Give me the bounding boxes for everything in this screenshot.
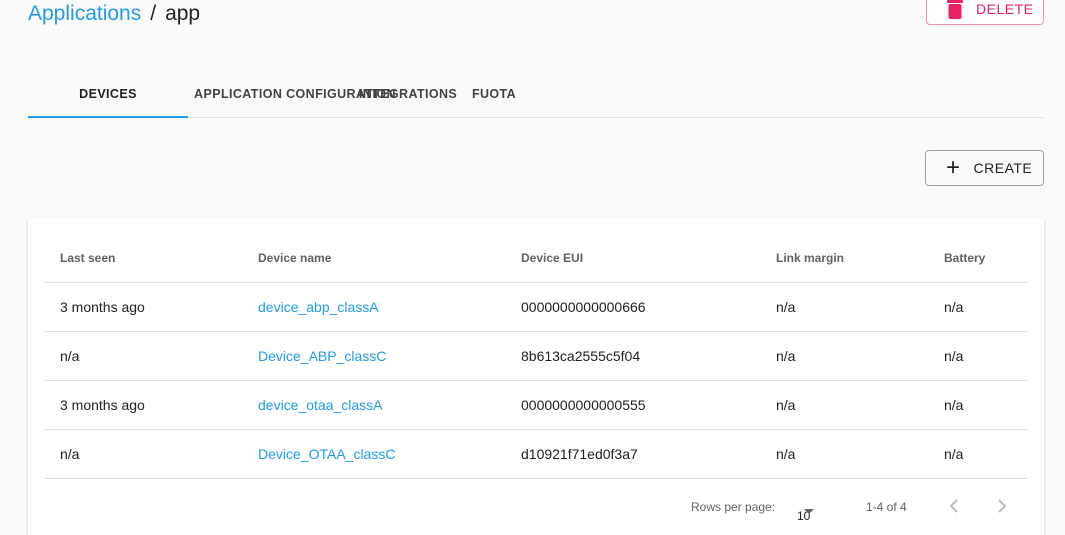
plus-icon: + [946,154,961,181]
tab-bar: DEVICES APPLICATION CONFIGURATION INTEGR… [28,70,1044,118]
header-link-margin[interactable]: Link margin [760,234,928,283]
cell-last-seen: n/a [44,429,242,479]
cell-device-eui: 0000000000000666 [505,282,760,332]
breadcrumb-separator: / [150,2,157,25]
breadcrumb-applications-link[interactable]: Applications [28,2,141,26]
table-row[interactable]: 3 months ago device_otaa_classA 00000000… [44,380,1028,430]
cell-battery: n/a [928,429,1028,479]
header-device-name[interactable]: Device name [242,234,505,283]
cell-last-seen: 3 months ago [44,282,242,332]
cell-device-eui: d10921f71ed0f3a7 [505,429,760,479]
header-last-seen[interactable]: Last seen [44,234,242,283]
cell-device-eui: 8b613ca2555c5f04 [505,331,760,381]
header-device-eui[interactable]: Device EUI [505,234,760,283]
table-row[interactable]: n/a Device_ABP_classC 8b613ca2555c5f04 n… [44,331,1028,381]
tab-fuota[interactable]: FUOTA [414,70,574,117]
device-name-link[interactable]: device_abp_classA [258,299,379,315]
delete-button[interactable]: DELETE [926,0,1044,25]
device-name-link[interactable]: Device_ABP_classC [258,348,386,364]
next-page-button[interactable] [990,494,1014,518]
cell-battery: n/a [928,331,1028,381]
cell-link-margin: n/a [760,282,928,332]
cell-device-name: Device_ABP_classC [242,331,505,381]
device-name-link[interactable]: Device_OTAA_classC [258,446,395,462]
breadcrumb: Applications / app [28,2,200,26]
cell-device-name: device_otaa_classA [242,380,505,430]
chevron-right-icon [998,499,1007,513]
cell-battery: n/a [928,380,1028,430]
page-range: 1-4 of 4 [866,500,907,514]
table-header-row: Last seen Device name Device EUI Link ma… [44,234,1028,283]
table-row[interactable]: n/a Device_OTAA_classC d10921f71ed0f3a7 … [44,429,1028,479]
cell-battery: n/a [928,282,1028,332]
devices-card: Last seen Device name Device EUI Link ma… [28,218,1044,535]
table-row[interactable]: 3 months ago device_abp_classA 000000000… [44,282,1028,332]
header-battery[interactable]: Battery [928,234,1028,283]
cell-device-name: Device_OTAA_classC [242,429,505,479]
chevron-left-icon [949,499,958,513]
rows-per-page-label: Rows per page: [691,500,776,514]
breadcrumb-current: app [165,2,201,25]
cell-last-seen: n/a [44,331,242,381]
create-button-label: CREATE [973,160,1033,176]
cell-last-seen: 3 months ago [44,380,242,430]
create-button[interactable]: + CREATE [925,150,1044,186]
tab-devices[interactable]: DEVICES [28,70,188,118]
cell-link-margin: n/a [760,331,928,381]
pagination: Rows per page: 10 1-4 of 4 [28,491,1044,523]
devices-table: Last seen Device name Device EUI Link ma… [44,234,1028,479]
cell-device-eui: 0000000000000555 [505,380,760,430]
cell-link-margin: n/a [760,429,928,479]
device-name-link[interactable]: device_otaa_classA [258,397,383,413]
delete-button-label: DELETE [976,0,1034,17]
trash-icon [947,0,963,19]
cell-link-margin: n/a [760,380,928,430]
cell-device-name: device_abp_classA [242,282,505,332]
caret-down-icon [804,509,814,514]
previous-page-button[interactable] [942,494,966,518]
tab-integrations[interactable]: INTEGRATIONS [359,70,457,117]
